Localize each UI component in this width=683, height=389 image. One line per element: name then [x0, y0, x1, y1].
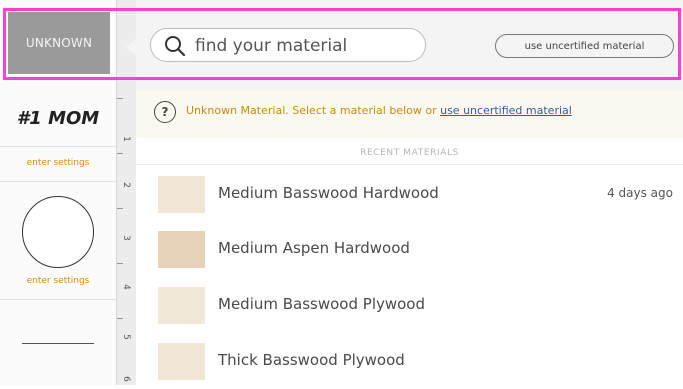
search-input[interactable] [193, 33, 417, 59]
material-swatch [158, 287, 205, 324]
toolbar-pointer [126, 38, 136, 56]
notice-text: Unknown Material. Select a material belo… [186, 104, 437, 117]
enter-settings-link-1[interactable]: enter settings [0, 158, 116, 168]
divider [0, 181, 116, 182]
material-swatch [158, 231, 205, 268]
search-icon [165, 36, 186, 57]
material-name: Medium Basswood Hardwood [218, 184, 439, 202]
material-name: Medium Basswood Plywood [218, 295, 426, 313]
ruler-mark-2: 2 [120, 182, 131, 188]
material-tab-label: UNKNOWN [25, 36, 93, 50]
ruler-mark-1: 1 [120, 136, 131, 142]
ruler-mark-5: 5 [120, 334, 131, 340]
ruler-tick [117, 153, 123, 154]
enter-settings-link-2[interactable]: enter settings [0, 276, 116, 286]
question-mark-icon: ? [154, 101, 176, 123]
material-swatch [158, 176, 205, 213]
design-panel: UNKNOWN #1 MOM enter settings enter sett… [0, 0, 116, 385]
ruler-tick [117, 208, 123, 209]
ruler-tick [117, 98, 123, 99]
material-search[interactable] [150, 28, 426, 62]
design-title[interactable]: #1 MOM [0, 108, 116, 129]
divider [0, 299, 116, 300]
notice-message: Unknown Material. Select a material belo… [186, 104, 572, 117]
ruler-mark-4: 4 [120, 284, 131, 290]
material-item[interactable]: Medium Basswood Hardwood 4 days ago [136, 166, 683, 222]
material-name: Medium Aspen Hardwood [218, 239, 410, 257]
divider [0, 146, 116, 147]
material-last-used: 4 days ago [607, 186, 673, 200]
circle-shape[interactable] [22, 196, 94, 268]
recent-materials-header: RECENT MATERIALS [360, 148, 459, 158]
divider [136, 164, 683, 165]
material-tab[interactable]: UNKNOWN [8, 12, 110, 74]
use-uncertified-material-button[interactable]: use uncertified material [495, 34, 674, 58]
line-shape[interactable] [22, 343, 94, 344]
ruler-mark-3: 3 [120, 235, 131, 241]
material-item[interactable]: Thick Basswood Plywood [136, 333, 683, 389]
material-item[interactable]: Medium Aspen Hardwood [136, 221, 683, 277]
use-uncertified-material-link[interactable]: use uncertified material [440, 104, 572, 117]
material-item[interactable]: Medium Basswood Plywood [136, 277, 683, 333]
ruler-tick [117, 318, 123, 319]
material-swatch [158, 343, 205, 380]
material-name: Thick Basswood Plywood [218, 351, 405, 369]
ruler-tick [117, 263, 123, 264]
ruler-mark-6: 6 [120, 376, 131, 382]
vertical-ruler: 1 2 3 4 5 6 [116, 0, 136, 385]
